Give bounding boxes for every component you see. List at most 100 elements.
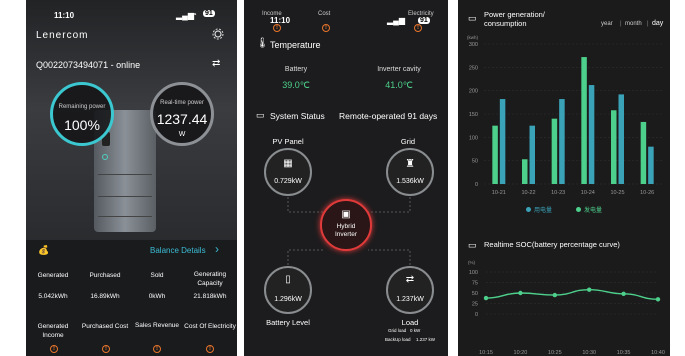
bar-use — [581, 57, 587, 184]
energy-stats: Generated 5.042kWh Purchased 16.89kWh So… — [26, 270, 237, 310]
soc-point — [483, 295, 489, 301]
grid-load-label: Grid load — [388, 328, 407, 333]
system-status-screen: Income 11:10 Cost Electricity ▂▄▆ 91 ! !… — [244, 0, 448, 356]
finance-row: Generated Income ! Purchased Cost ! Sale… — [26, 322, 237, 356]
bar-gen — [529, 125, 535, 184]
x-tick-label: 10:30 — [582, 350, 596, 356]
bar-use — [640, 121, 647, 184]
monitor-icon: ▭ — [468, 13, 477, 23]
sales-revenue-label: Sales Revenue — [134, 322, 180, 329]
soc-point — [587, 287, 592, 292]
y-tick-label: 75 — [472, 281, 478, 287]
y-tick-label: 150 — [469, 112, 478, 118]
grid-value: 1.536kW — [396, 178, 424, 185]
x-tick-label: 10:35 — [617, 350, 631, 356]
realtime-power-label: Real-time power — [160, 100, 204, 106]
y-tick-label: 0 — [475, 312, 478, 318]
y-tick-label: 250 — [469, 65, 478, 71]
x-tick-label: 10-25 — [610, 190, 624, 196]
money-bag-icon: 💰 — [38, 245, 50, 255]
x-tick-label: 10:25 — [548, 350, 562, 356]
backup-load-value: 1.237 kW — [416, 337, 436, 342]
warning-icon[interactable]: ! — [153, 345, 161, 353]
bar-use — [611, 110, 617, 184]
balance-details-link[interactable]: Balance Details — [150, 246, 206, 255]
soc-chart-title: Realtime SOC(battery percentage curve) — [484, 240, 620, 249]
stat-generated-label: Generated — [37, 272, 69, 279]
x-tick-label: 10-22 — [521, 190, 535, 196]
power-bar-chart: 0 50 100 150 200 250 300 10-21 10-22 10-23 10-24 10… — [469, 42, 662, 196]
bar-use — [551, 118, 558, 184]
wifi-icon: ◔ — [192, 10, 197, 19]
charts-screen: ▭ Power generation/ consumption year | m… — [458, 0, 670, 356]
x-tick-label: 10:20 — [514, 350, 528, 356]
inverter-icon: ▣ — [341, 209, 351, 220]
pv-panel-value: 0.729kW — [274, 178, 302, 185]
bar-use — [522, 159, 528, 184]
battery-icon: ▯ — [285, 274, 291, 285]
monitor-icon: ▭ — [468, 240, 477, 250]
warning-icon[interactable]: ! — [50, 345, 58, 353]
soc-line — [485, 288, 659, 300]
load-value: 1.237kW — [396, 296, 424, 303]
soc-point — [552, 292, 557, 298]
device-id[interactable]: Q0022073494071 - online — [36, 60, 140, 70]
y-tick-label: 100 — [469, 135, 478, 141]
realtime-power-value: 1237.44 — [156, 111, 208, 127]
purchased-cost-label: Purchased Cost — [81, 323, 129, 330]
soc-point — [621, 291, 626, 297]
battery-power-value: 1.296kW — [274, 296, 302, 303]
status-time: 11:10 — [54, 11, 75, 20]
settings-gear-icon[interactable] — [212, 28, 224, 40]
power-tower-icon: ♜ — [405, 158, 415, 170]
stat-generated-value: 5.042kWh — [38, 293, 68, 300]
legend-label-use: 用电量 — [534, 208, 553, 214]
stat-capacity-value: 21.818kWh — [193, 293, 227, 300]
bar-gen — [499, 99, 506, 184]
battery-level-label: Battery Level — [266, 318, 310, 327]
bar-gen — [588, 85, 595, 184]
bar-gen — [559, 99, 565, 184]
y-tick-label: 25 — [472, 302, 478, 308]
remaining-power-gauge — [50, 82, 114, 146]
hybrid-inverter-label: Hybrid Inverter — [334, 223, 358, 238]
stat-sold-label: Sold — [150, 272, 164, 279]
range-tab-day[interactable]: day — [652, 20, 663, 27]
remaining-power-label: Remaining power — [58, 104, 106, 110]
power-chart-title: Power generation/ consumption — [484, 10, 545, 28]
x-tick-label: 10-26 — [640, 190, 654, 196]
y-tick-label: 300 — [469, 42, 478, 48]
cost-of-electricity-label: Cost Of Electricity — [184, 323, 236, 330]
legend-swatch-gen — [576, 207, 581, 212]
y-tick-label: 50 — [472, 291, 478, 297]
x-tick-label: 10-24 — [581, 190, 595, 196]
home-screen: 11:10 ▂▄▆ ◔ 91 Lenercom Q0022073494071 -… — [26, 0, 237, 356]
x-tick-label: 10-23 — [551, 190, 565, 196]
chevron-right-icon[interactable]: › — [215, 242, 219, 256]
warning-icon[interactable]: ! — [102, 345, 110, 353]
grid-load-value: 0 kW — [410, 328, 421, 333]
range-tab-year[interactable]: year — [601, 21, 613, 27]
bar-gen — [618, 94, 624, 184]
x-tick-label: 10:40 — [651, 350, 665, 356]
soc-point — [655, 297, 661, 302]
realtime-power-unit: W — [178, 131, 186, 138]
legend-label-gen: 发电量 — [584, 208, 603, 214]
battery-indicator: 91 — [203, 10, 215, 17]
y-tick-label: 0 — [475, 182, 478, 188]
remaining-power-value: 100% — [64, 117, 100, 133]
stat-capacity-label: Generating Capacity — [193, 271, 227, 287]
solar-panel-icon: ▦ — [283, 158, 293, 169]
grid-node[interactable] — [386, 148, 434, 196]
soc-point — [518, 290, 523, 296]
load-label: Load — [401, 318, 419, 327]
y-tick-label: 200 — [469, 89, 478, 95]
switch-device-icon[interactable]: ⇄ — [212, 58, 220, 69]
warning-icon[interactable]: ! — [206, 345, 214, 353]
range-tab-month[interactable]: month — [625, 21, 642, 27]
backup-load-label: BackUp load — [385, 337, 411, 342]
pv-panel-node[interactable] — [264, 148, 312, 196]
soc-line-chart: 0 25 50 75 100 10:15 10:20 10:25 10:30 10:35 10:40 — [469, 270, 665, 356]
generated-income-label: Generated Income — [37, 323, 69, 339]
load-arrows-icon: ⇄ — [405, 274, 415, 285]
